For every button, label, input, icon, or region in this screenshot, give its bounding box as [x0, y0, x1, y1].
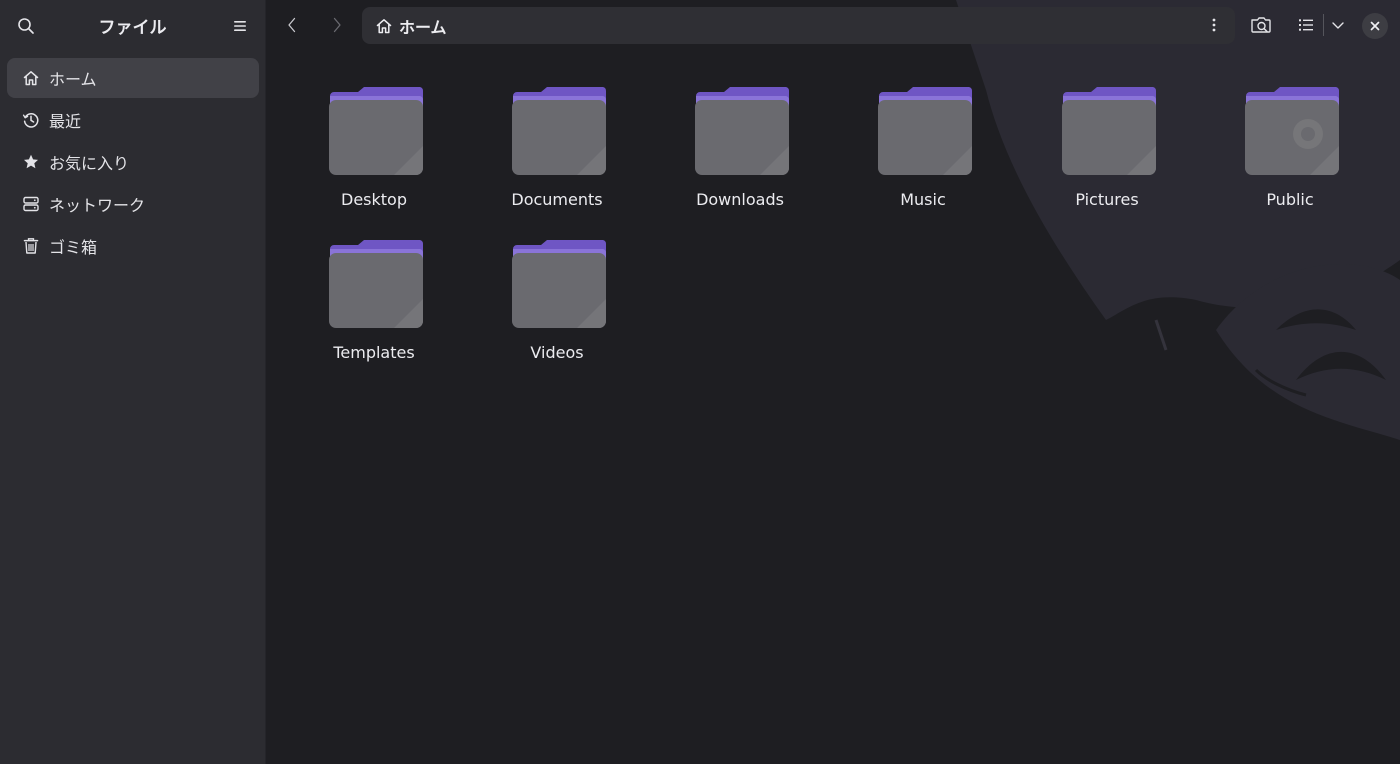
folder-label: Desktop	[341, 190, 407, 209]
sidebar-item-label: ゴミ箱	[49, 238, 98, 257]
path-label: ホーム	[399, 17, 447, 37]
clock-icon	[22, 111, 40, 129]
folder-icon	[329, 240, 424, 328]
file-manager-window: ファイル ホーム 最近 お気に入り ネットワーク ゴミ箱 ホーム Desktop…	[0, 0, 1400, 764]
search-icon	[18, 18, 34, 34]
folder-icon	[512, 87, 607, 175]
folder-label: Music	[900, 190, 946, 209]
header-bar: ホーム	[266, 0, 1400, 50]
close-icon	[1370, 21, 1380, 31]
sidebar-item-trash[interactable]: ゴミ箱	[7, 226, 259, 266]
sidebar-item-label: お気に入り	[49, 154, 130, 173]
sidebar-header: ファイル	[0, 0, 265, 50]
chevron-down-icon	[1332, 22, 1344, 29]
main-content: ホーム Desktop Documents Downloads Music Pi…	[266, 0, 1400, 764]
background-artwork	[956, 0, 1400, 440]
location-bar[interactable]: ホーム	[362, 7, 1235, 44]
view-separator	[1323, 14, 1324, 36]
folder-icon	[695, 87, 790, 175]
folder-label: Templates	[333, 343, 415, 362]
forward-button[interactable]	[322, 11, 352, 39]
folder-icon	[1062, 87, 1157, 175]
folder-icon	[1245, 87, 1340, 175]
hamburger-menu-icon	[234, 21, 246, 31]
folder-icon	[329, 87, 424, 175]
view-options-dropdown[interactable]	[1327, 11, 1349, 39]
folder-label: Downloads	[696, 190, 784, 209]
folder-label: Pictures	[1075, 190, 1139, 209]
folder-label: Documents	[511, 190, 603, 209]
home-icon	[22, 69, 40, 87]
folder-icon	[512, 240, 607, 328]
sidebar-places: ホーム 最近 お気に入り ネットワーク ゴミ箱	[0, 50, 265, 266]
sidebar-item-favorites[interactable]: お気に入り	[7, 142, 259, 182]
sidebar: ファイル ホーム 最近 お気に入り ネットワーク ゴミ箱	[0, 0, 266, 764]
chevron-right-icon	[333, 17, 341, 33]
sidebar-item-network[interactable]: ネットワーク	[7, 184, 259, 224]
sidebar-item-home[interactable]: ホーム	[7, 58, 259, 98]
folder-search-icon	[1251, 17, 1271, 33]
list-view-icon	[1299, 19, 1313, 31]
sidebar-item-recent[interactable]: 最近	[7, 100, 259, 140]
vertical-dots-icon	[1212, 18, 1216, 32]
path-more-button[interactable]	[1201, 12, 1227, 38]
star-icon	[22, 153, 40, 171]
main-menu-button[interactable]	[226, 12, 254, 40]
search-files-button[interactable]	[1246, 11, 1276, 39]
sidebar-item-label: ホーム	[49, 70, 97, 89]
trash-icon	[22, 237, 40, 255]
sidebar-item-label: 最近	[49, 112, 82, 131]
folder-icon	[878, 87, 973, 175]
sidebar-item-label: ネットワーク	[49, 196, 146, 215]
back-button[interactable]	[277, 11, 307, 39]
folder-label: Videos	[530, 343, 584, 362]
folder-label: Public	[1266, 190, 1314, 209]
search-button[interactable]	[12, 12, 40, 40]
close-window-button[interactable]	[1362, 13, 1388, 39]
list-view-button[interactable]	[1291, 11, 1321, 39]
network-icon	[22, 195, 40, 213]
home-icon	[375, 17, 393, 35]
chevron-left-icon	[288, 17, 296, 33]
